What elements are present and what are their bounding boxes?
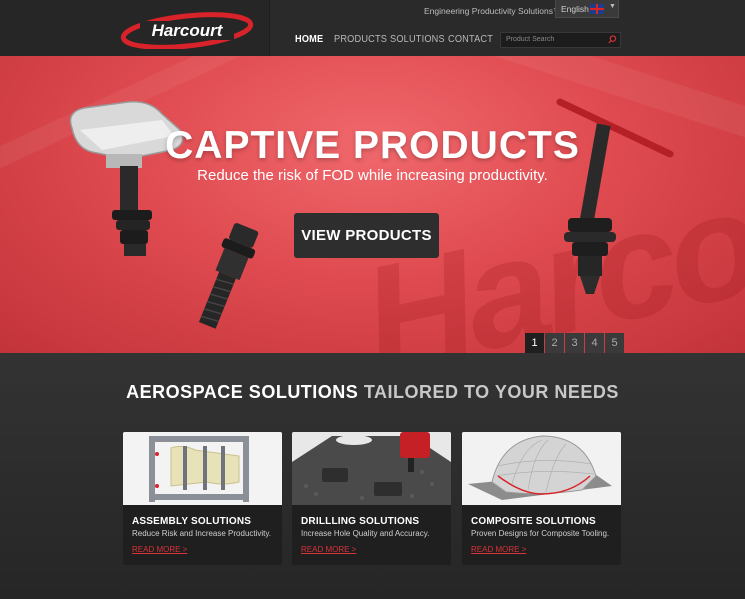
composite-tool-image: [462, 432, 621, 505]
section-title-highlight: TAILORED TO YOUR NEEDS: [363, 382, 619, 402]
hero-subtitle: Reduce the risk of FOD while increasing …: [197, 167, 548, 184]
nav-solutions[interactable]: SOLUTIONS: [390, 34, 445, 45]
harcourt-logo[interactable]: Harcourt: [120, 11, 254, 49]
slide-dot-1[interactable]: 1: [525, 333, 544, 353]
section-title-main: AEROSPACE SOLUTIONS: [126, 382, 359, 402]
view-products-button[interactable]: VIEW PRODUCTS: [294, 213, 439, 258]
language-label: English: [561, 4, 589, 14]
card-title: DRILLLING SOLUTIONS: [301, 516, 420, 527]
read-more-link[interactable]: READ MORE >: [471, 545, 526, 554]
search-input[interactable]: Product Search: [500, 32, 621, 48]
solution-card-composite[interactable]: COMPOSITE SOLUTIONS Proven Designs for C…: [462, 432, 621, 565]
section-title: AEROSPACE SOLUTIONS TAILORED TO YOUR NEE…: [0, 382, 745, 403]
card-title: ASSEMBLY SOLUTIONS: [132, 516, 252, 527]
card-description: Increase Hole Quality and Accuracy.: [301, 529, 430, 538]
tagline: Engineering Productivity Solutions™: [424, 6, 562, 16]
solutions-section: AEROSPACE SOLUTIONS TAILORED TO YOUR NEE…: [0, 353, 745, 599]
read-more-link[interactable]: READ MORE >: [301, 545, 356, 554]
language-selector[interactable]: English ▼: [555, 0, 619, 18]
card-description: Proven Designs for Composite Tooling.: [471, 529, 610, 538]
solution-card-assembly[interactable]: ASSEMBLY SOLUTIONS Reduce Risk and Incre…: [123, 432, 282, 565]
slide-dot-5[interactable]: 5: [605, 333, 624, 353]
logo-area: Harcourt: [0, 0, 270, 56]
drilling-fixture-image: [292, 432, 451, 505]
slide-dot-4[interactable]: 4: [585, 333, 604, 353]
chevron-down-icon: ▼: [609, 3, 616, 10]
slide-pager: 1 2 3 4 5: [525, 333, 625, 353]
nav-contact[interactable]: CONTACT: [448, 34, 493, 45]
nav-products[interactable]: PRODUCTS: [334, 34, 387, 45]
nav-home[interactable]: HOME: [295, 34, 323, 45]
search-icon[interactable]: [608, 35, 617, 44]
read-more-link[interactable]: READ MORE >: [132, 545, 187, 554]
slide-dot-2[interactable]: 2: [545, 333, 564, 353]
fastener-product-image: [198, 223, 259, 329]
card-description: Reduce Risk and Increase Productivity.: [132, 529, 272, 538]
slide-dot-3[interactable]: 3: [565, 333, 584, 353]
solution-card-drilling[interactable]: DRILLLING SOLUTIONS Increase Hole Qualit…: [292, 432, 451, 565]
uk-flag-icon: [590, 4, 604, 14]
card-title: COMPOSITE SOLUTIONS: [471, 516, 596, 527]
logo-text: Harcourt: [152, 21, 224, 40]
hero-title: CAPTIVE PRODUCTS: [165, 124, 580, 167]
assembly-jig-image: [123, 432, 282, 505]
hero-banner: Harcourt CAPTIVE PRODUCTS Reduce the ris…: [0, 56, 745, 353]
site-header: Harcourt Engineering Productivity Soluti…: [0, 0, 745, 56]
search-placeholder: Product Search: [506, 36, 555, 43]
